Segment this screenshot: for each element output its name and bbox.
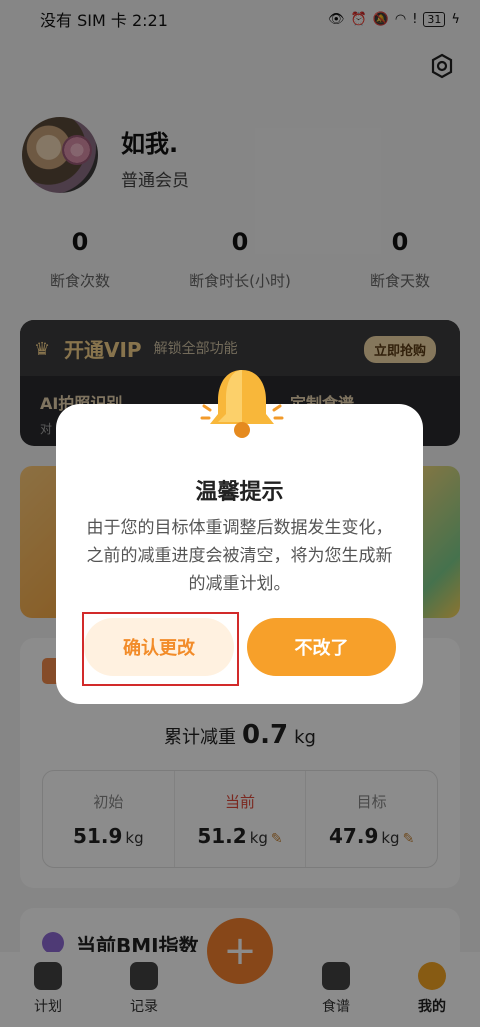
no-change-button[interactable]: 不改了 — [247, 618, 396, 676]
bell-icon — [200, 370, 284, 438]
dialog-message: 由于您的目标体重调整后数据发生变化，之前的减重进度会被清空，将为您生成新的减重计… — [86, 518, 393, 594]
dialog-title: 温馨提示 — [195, 480, 284, 505]
highlight-box — [82, 612, 239, 686]
